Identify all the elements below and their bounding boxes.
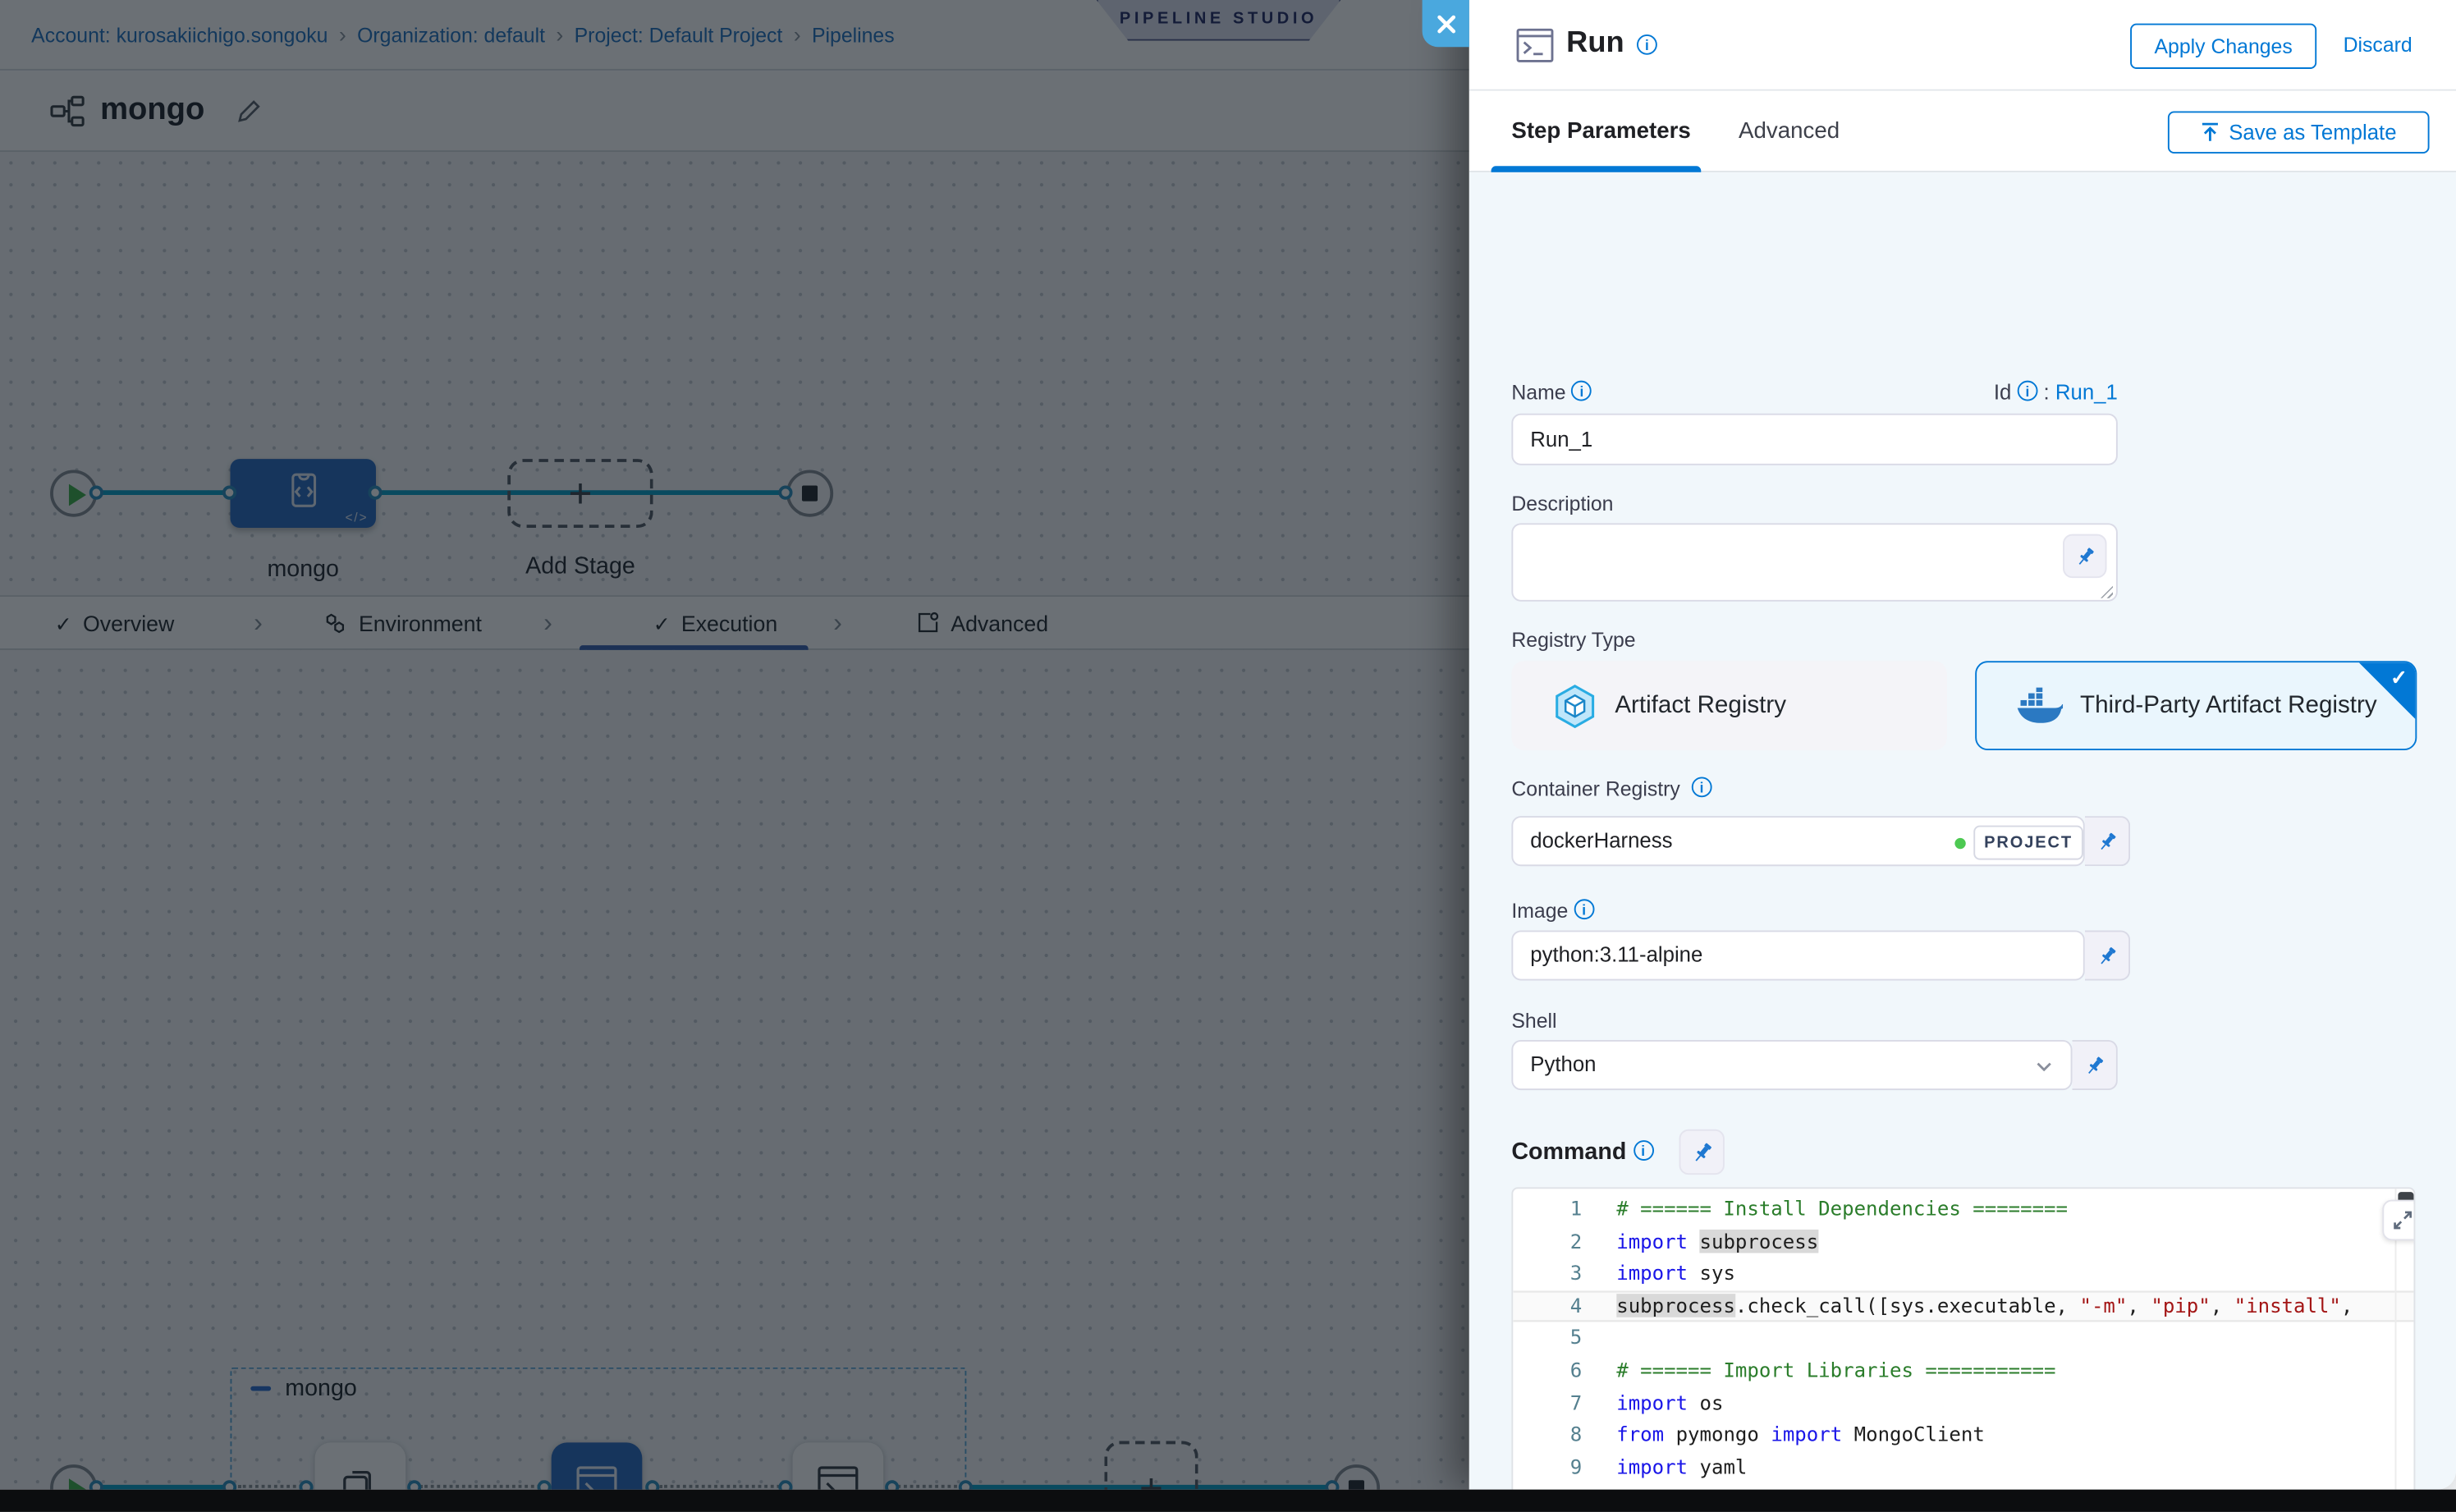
line-number: 5 xyxy=(1513,1322,1616,1354)
container-registry-pin-button[interactable] xyxy=(2085,816,2130,866)
code-line[interactable]: 8from pymongo import MongoClient xyxy=(1513,1419,2413,1451)
bottom-edge xyxy=(0,1490,2456,1512)
save-as-template-button[interactable]: Save as Template xyxy=(2168,111,2430,153)
info-icon[interactable]: i xyxy=(1633,1140,1653,1161)
connectivity-status-dot xyxy=(1954,838,1965,849)
line-number: 7 xyxy=(1513,1387,1616,1419)
pin-icon xyxy=(2084,1055,2105,1075)
discard-button[interactable]: Discard xyxy=(2344,33,2412,57)
shell-pin-button[interactable] xyxy=(2072,1040,2117,1090)
code-text: import yaml xyxy=(1616,1451,2413,1483)
description-textarea[interactable] xyxy=(1511,523,2117,601)
upload-icon xyxy=(2201,122,2220,143)
line-number: 6 xyxy=(1513,1354,1616,1386)
line-number: 8 xyxy=(1513,1419,1616,1451)
step-config-panel: Run i Apply Changes Discard Step Paramet… xyxy=(1469,0,2456,1490)
name-input[interactable] xyxy=(1511,414,2117,465)
registry-type-label: Registry Type xyxy=(1511,628,1635,652)
code-text: subprocess.check_call([sys.executable, "… xyxy=(1616,1290,2413,1322)
code-line[interactable]: 5 xyxy=(1513,1322,2413,1354)
code-line[interactable]: 2import subprocess xyxy=(1513,1226,2413,1258)
tab-step-parameters[interactable]: Step Parameters xyxy=(1511,119,1690,144)
info-icon[interactable]: i xyxy=(1637,34,1657,55)
description-pin-button[interactable] xyxy=(2063,534,2106,578)
info-icon[interactable]: i xyxy=(1571,381,1592,401)
code-line[interactable]: 6# ====== Import Libraries =========== xyxy=(1513,1354,2413,1386)
tab-advanced[interactable]: Advanced xyxy=(1739,119,1840,144)
container-registry-label: Container Registry i xyxy=(1511,777,1711,800)
code-text: import os xyxy=(1616,1387,2413,1419)
panel-title: Run xyxy=(1566,26,1624,61)
line-number: 1 xyxy=(1513,1194,1616,1226)
pipeline-studio-screen: Account: kurosakiichigo.songoku›Organiza… xyxy=(0,0,2456,1511)
registry-option-artifact[interactable]: Artifact Registry xyxy=(1511,661,1946,750)
code-text xyxy=(1616,1322,2413,1354)
shell-label: Shell xyxy=(1511,1009,1556,1033)
pipeline-studio-background: Account: kurosakiichigo.songoku›Organiza… xyxy=(0,0,1469,1490)
editor-expand-button[interactable] xyxy=(2382,1200,2415,1241)
command-label: Command i xyxy=(1511,1139,1653,1165)
line-number: 2 xyxy=(1513,1226,1616,1258)
line-number: 4 xyxy=(1513,1290,1616,1322)
code-text: import sys xyxy=(1616,1258,2413,1290)
container-registry-value: dockerHarness xyxy=(1530,828,1672,852)
id-value: Run_1 xyxy=(2055,381,2118,405)
code-line[interactable]: 7import os xyxy=(1513,1387,2413,1419)
code-text: import subprocess xyxy=(1616,1226,2413,1258)
apply-changes-button[interactable]: Apply Changes xyxy=(2130,24,2316,69)
command-pin-button[interactable] xyxy=(1679,1129,1725,1175)
container-registry-field[interactable]: dockerHarness PROJECT xyxy=(1511,816,2084,866)
modal-dim-overlay xyxy=(0,0,1469,1490)
code-line[interactable]: 3import sys xyxy=(1513,1258,2413,1290)
registry-option-third-party-selected[interactable]: Third-Party Artifact Registry ✓ xyxy=(1975,661,2417,750)
shell-select[interactable]: Python xyxy=(1511,1040,2072,1090)
panel-header: Run i Apply Changes Discard xyxy=(1469,0,2456,91)
panel-body: Name i Id i : Run_1 Description Registry… xyxy=(1469,172,2456,1490)
chevron-down-icon[interactable] xyxy=(2037,1062,2052,1071)
code-line[interactable]: 10import json xyxy=(1513,1484,2413,1490)
name-label: Name i xyxy=(1511,381,1592,405)
pin-icon xyxy=(2096,946,2117,966)
code-line[interactable]: 4subprocess.check_call([sys.executable, … xyxy=(1513,1290,2413,1322)
line-number: 3 xyxy=(1513,1258,1616,1290)
run-step-icon xyxy=(1516,28,1554,71)
scope-badge: PROJECT xyxy=(1973,826,2083,860)
line-number: 10 xyxy=(1513,1484,1616,1490)
expand-icon xyxy=(2394,1211,2412,1230)
selected-check-icon: ✓ xyxy=(2390,666,2408,691)
docker-icon xyxy=(2016,688,2063,724)
pin-icon xyxy=(2074,546,2095,566)
code-text: import json xyxy=(1616,1484,2413,1490)
close-icon xyxy=(1436,13,1456,34)
code-text: # ====== Install Dependencies ======== xyxy=(1616,1194,2413,1226)
command-code-editor[interactable]: 1# ====== Install Dependencies ========2… xyxy=(1511,1187,2415,1489)
info-icon[interactable]: i xyxy=(2018,381,2038,401)
info-icon[interactable]: i xyxy=(1574,899,1594,919)
image-value: python:3.11-alpine xyxy=(1530,943,1702,967)
description-label: Description xyxy=(1511,492,1613,515)
active-tab-underline xyxy=(1491,166,1702,172)
image-field[interactable]: python:3.11-alpine xyxy=(1511,930,2084,980)
artifact-registry-icon xyxy=(1554,684,1597,727)
code-text: from pymongo import MongoClient xyxy=(1616,1419,2413,1451)
code-line[interactable]: 1# ====== Install Dependencies ======== xyxy=(1513,1194,2413,1226)
code-text: # ====== Import Libraries =========== xyxy=(1616,1354,2413,1386)
code-lines: 1# ====== Install Dependencies ========2… xyxy=(1513,1194,2413,1490)
id-readout: Id i : Run_1 xyxy=(1949,381,2118,405)
info-icon[interactable]: i xyxy=(1692,777,1712,797)
image-pin-button[interactable] xyxy=(2085,930,2130,980)
shell-value: Python xyxy=(1530,1052,1596,1076)
pin-icon xyxy=(1691,1141,1713,1163)
code-line[interactable]: 9import yaml xyxy=(1513,1451,2413,1483)
image-label: Image i xyxy=(1511,899,1594,923)
pin-icon xyxy=(2096,831,2117,851)
close-panel-button[interactable] xyxy=(1423,0,1469,47)
panel-tab-bar: Step Parameters Advanced Save as Templat… xyxy=(1469,91,2456,172)
line-number: 9 xyxy=(1513,1451,1616,1483)
